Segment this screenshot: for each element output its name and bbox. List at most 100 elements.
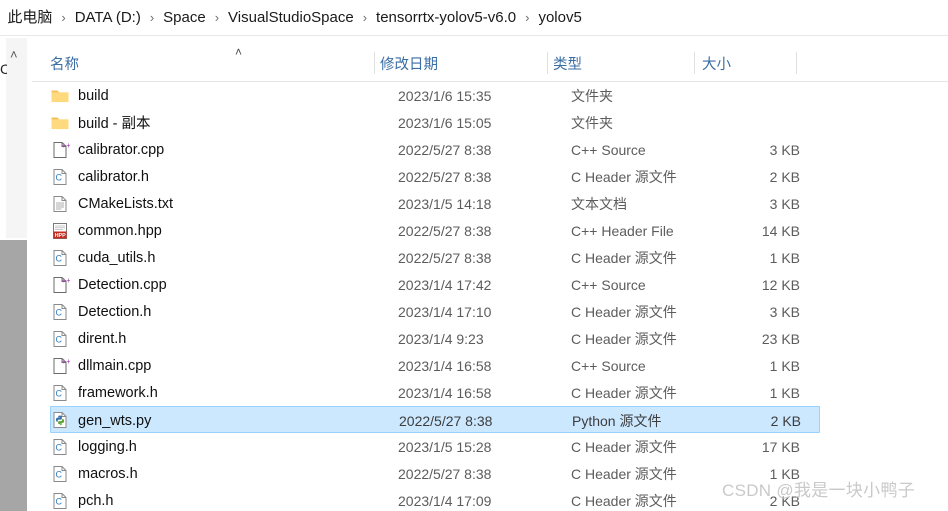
file-name[interactable]: Detection.cpp (78, 271, 167, 298)
file-size: 2 KB (769, 492, 800, 509)
c-header-icon: C (50, 329, 70, 349)
file-row[interactable]: Cmacros.h 2022/5/27 8:38 C Header 源文件 1 KB (50, 460, 820, 487)
file-date-modified: 2023/1/6 15:35 (398, 87, 492, 104)
file-type: 文件夹 (571, 114, 613, 131)
file-type: C Header 源文件 (571, 249, 677, 266)
chevron-right-icon[interactable]: › (208, 0, 226, 35)
column-header-size[interactable]: 大小 (702, 44, 731, 82)
file-row[interactable]: Ccuda_utils.h 2022/5/27 8:38 C Header 源文件 1… (50, 244, 820, 271)
file-name[interactable]: logging.h (78, 433, 137, 460)
column-header-row: ˄ 名称 修改日期 类型 大小 (32, 44, 948, 82)
file-row[interactable]: C Detection.h 2023/1/4 17:10 C Header 源文件 3 … (50, 298, 820, 325)
file-row[interactable]: ++ dllmain.cpp 2023/1/4 16:58 C++ Source 1 K… (50, 352, 820, 379)
breadcrumb-item-this-pc[interactable]: 此电脑 (5, 0, 54, 35)
svg-text:C: C (56, 389, 63, 399)
scrollbar-thumb[interactable] (0, 240, 27, 511)
file-size: 1 KB (769, 384, 800, 401)
file-size (670, 82, 800, 109)
file-date-modified: 2023/1/4 17:10 (398, 303, 492, 320)
file-row[interactable]: Cdirent.h 2023/1/4 9:23 C Header 源文件 23 KB (50, 325, 820, 352)
file-type: C++ Header File (571, 222, 674, 239)
chevron-right-icon[interactable]: › (143, 0, 161, 35)
file-row[interactable]: CMakeLists.txt 2023/1/5 14:18 文本文档 3 KB (50, 190, 820, 217)
file-name[interactable]: macros.h (78, 460, 138, 487)
navigation-pane-strip[interactable]: ˄ (6, 38, 28, 238)
file-type: C Header 源文件 (571, 384, 677, 401)
file-date-modified: 2023/1/4 16:58 (398, 357, 492, 374)
file-name[interactable]: build - 副本 (78, 109, 151, 136)
c-header-icon: C (50, 464, 70, 484)
file-date-modified: 2023/1/5 14:18 (398, 195, 492, 212)
file-size: 23 KB (761, 330, 800, 347)
chevron-right-icon[interactable]: › (54, 0, 72, 35)
file-size: 12 KB (761, 276, 800, 293)
file-type: C Header 源文件 (571, 438, 677, 455)
file-name[interactable]: calibrator.h (78, 163, 149, 190)
column-header-type[interactable]: 类型 (553, 44, 582, 82)
file-type: C++ Source (571, 276, 646, 293)
svg-text:C: C (56, 470, 63, 480)
file-row[interactable]: ++ calibrator.cpp 2022/5/27 8:38 C++ Source… (50, 136, 820, 163)
file-row[interactable]: Cframework.h 2023/1/4 16:58 C Header 源文件 1 … (50, 379, 820, 406)
column-divider[interactable] (694, 52, 695, 74)
chevron-right-icon[interactable]: › (356, 0, 374, 35)
file-name[interactable]: common.hpp (78, 217, 162, 244)
file-name[interactable]: gen_wts.py (78, 407, 151, 434)
cpp-source-icon: ++ (50, 140, 71, 160)
breadcrumb-item-tensorrtx[interactable]: tensorrtx-yolov5-v6.0 (374, 0, 518, 35)
file-name[interactable]: dllmain.cpp (78, 352, 151, 379)
svg-text:++: ++ (62, 141, 71, 150)
file-row[interactable]: build - 副本 2023/1/6 15:05 文件夹 (50, 109, 820, 136)
column-divider[interactable] (547, 52, 548, 74)
breadcrumb-item-data-d[interactable]: DATA (D:) (73, 0, 143, 35)
file-date-modified: 2022/5/27 8:38 (399, 412, 493, 429)
file-name[interactable]: framework.h (78, 379, 158, 406)
file-name[interactable]: pch.h (78, 487, 113, 511)
file-name[interactable]: build (78, 82, 109, 109)
file-date-modified: 2022/5/27 8:38 (398, 141, 492, 158)
file-name[interactable]: calibrator.cpp (78, 136, 164, 163)
column-header-name[interactable]: 名称 (50, 44, 79, 82)
sort-ascending-icon[interactable]: ˄ (235, 46, 242, 58)
hpp-header-icon: HPP (50, 221, 70, 241)
python-file-icon (50, 410, 70, 430)
c-header-icon: C (50, 437, 70, 457)
file-type: C Header 源文件 (571, 465, 677, 482)
file-date-modified: 2022/5/27 8:38 (398, 249, 492, 266)
breadcrumb-item-space[interactable]: Space (161, 0, 208, 35)
file-list[interactable]: build 2023/1/6 15:35 文件夹 build - 副本 2023/1/6… (32, 82, 948, 511)
file-type: C Header 源文件 (571, 168, 677, 185)
file-date-modified: 2023/1/4 17:09 (398, 492, 492, 509)
file-row[interactable]: Ccalibrator.h 2022/5/27 8:38 C Header 源文件 2… (50, 163, 820, 190)
file-row[interactable]: build 2023/1/6 15:35 文件夹 (50, 82, 820, 109)
file-name[interactable]: cuda_utils.h (78, 244, 155, 271)
c-header-icon: C (50, 383, 70, 403)
column-divider[interactable] (796, 52, 797, 74)
file-row[interactable]: Cpch.h 2023/1/4 17:09 C Header 源文件 2 KB (50, 487, 820, 511)
file-date-modified: 2022/5/27 8:38 (398, 222, 492, 239)
file-row[interactable]: HPP common.hpp 2022/5/27 8:38 C++ Header Fi… (50, 217, 820, 244)
column-divider[interactable] (374, 52, 375, 74)
breadcrumb-item-visualstudiospace[interactable]: VisualStudioSpace (226, 0, 356, 35)
file-name[interactable]: Detection.h (78, 298, 151, 325)
c-header-icon: C (50, 302, 70, 322)
file-type: C Header 源文件 (571, 303, 677, 320)
chevron-right-icon[interactable]: › (518, 0, 536, 35)
file-date-modified: 2023/1/6 15:05 (398, 114, 492, 131)
file-name[interactable]: CMakeLists.txt (78, 190, 173, 217)
cpp-source-icon: ++ (50, 356, 71, 376)
column-header-date-modified[interactable]: 修改日期 (380, 44, 438, 82)
svg-text:C: C (56, 335, 63, 345)
breadcrumb[interactable]: › 此电脑 › DATA (D:) › Space › VisualStudio… (0, 0, 948, 36)
file-name[interactable]: dirent.h (78, 325, 126, 352)
chevron-up-icon[interactable]: ˄ (10, 48, 18, 61)
breadcrumb-item-yolov5[interactable]: yolov5 (536, 0, 583, 35)
file-row[interactable]: ++ Detection.cpp 2023/1/4 17:42 C++ Source 1… (50, 271, 820, 298)
file-size: 1 KB (769, 357, 800, 374)
text-file-icon (50, 194, 70, 214)
svg-text:C: C (56, 497, 63, 507)
c-header-icon: C (50, 491, 70, 511)
file-row[interactable]: Clogging.h 2023/1/5 15:28 C Header 源文件 17 K… (50, 433, 820, 460)
file-row[interactable]: gen_wts.py 2022/5/27 8:38 Python 源文件 2 KB (50, 406, 820, 433)
file-explorer-window: › 此电脑 › DATA (D:) › Space › VisualStudio… (0, 0, 948, 511)
